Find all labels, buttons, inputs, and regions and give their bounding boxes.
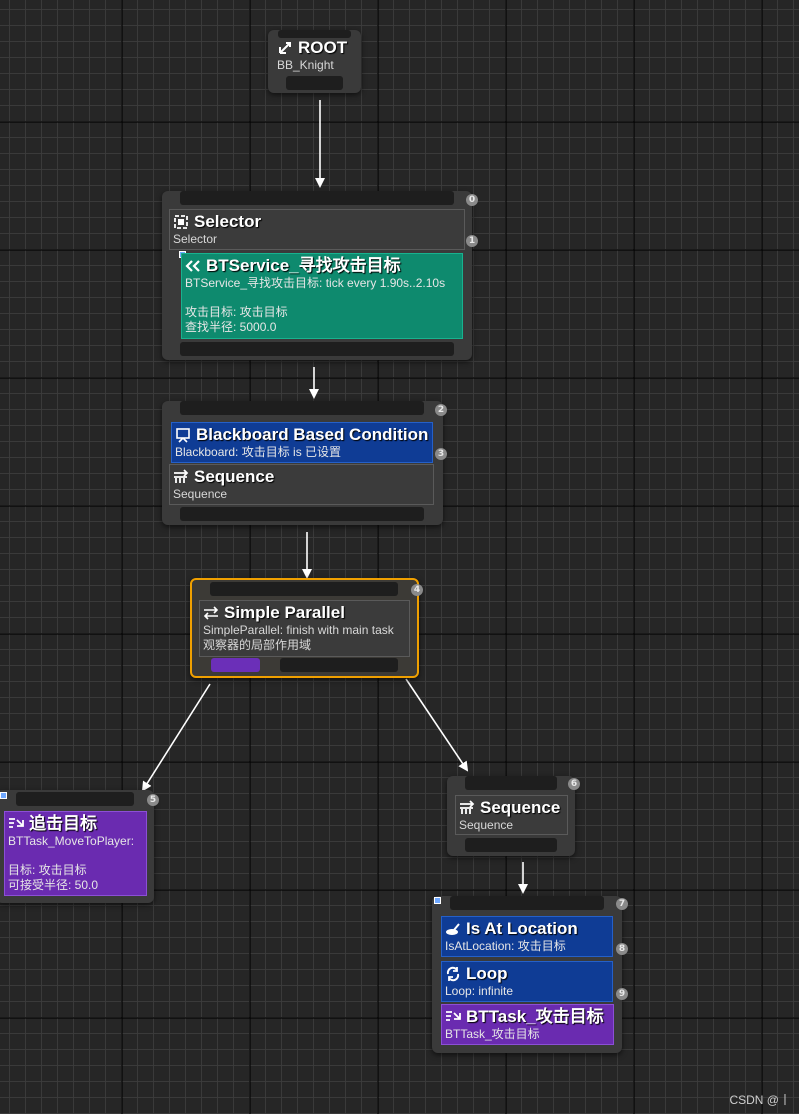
- parallel-header[interactable]: Simple Parallel SimpleParallel: finish w…: [199, 600, 410, 657]
- decorator-title: Blackboard Based Condition: [196, 425, 429, 444]
- at-location-title: Is At Location: [466, 919, 578, 938]
- parallel-icon: [203, 605, 219, 621]
- selector-node[interactable]: 0 Selector Selector 1 BTService_寻找攻击目标 B…: [162, 191, 478, 360]
- sequence-output-pin[interactable]: [180, 507, 424, 521]
- chase-input-pin[interactable]: [16, 792, 134, 806]
- chase-radius-line: 可接受半径: 50.0: [8, 878, 99, 892]
- decorator-index-badge: 2: [435, 404, 447, 416]
- attack-index-badge: 7: [616, 898, 628, 910]
- wire-parallel-chase: [141, 683, 211, 792]
- task-icon: [445, 1009, 461, 1025]
- attack-task-node[interactable]: 7 Is At Location IsAtLocation: 攻击目标 8 Lo…: [432, 896, 628, 1053]
- parallel-index-badge: 4: [411, 584, 423, 596]
- service-tick-line: BTService_寻找攻击目标: tick every 1.90s..2.10…: [185, 276, 446, 290]
- chase-breakpoint-marker: [0, 792, 7, 799]
- root-node[interactable]: ROOT BB_Knight: [268, 30, 361, 93]
- root-subtitle: BB_Knight: [277, 58, 334, 72]
- chase-title: 追击目标: [29, 814, 97, 833]
- loop-title: Loop: [466, 964, 508, 983]
- selector-input-pin[interactable]: [180, 191, 454, 205]
- location-icon: [445, 921, 461, 937]
- sequence2-node[interactable]: 6 Sequence Sequence: [447, 776, 580, 856]
- sequence2-subtitle: Sequence: [459, 818, 514, 832]
- sequence-icon: [173, 469, 189, 485]
- sequence-input-pin[interactable]: [180, 401, 424, 415]
- attack-task-block[interactable]: BTTask_攻击目标 BTTask_攻击目标: [441, 1004, 614, 1045]
- decorator-subtitle: Blackboard: 攻击目标 is 已设置: [175, 445, 342, 459]
- service-title: BTService_寻找攻击目标: [206, 256, 401, 275]
- sequence2-index-badge: 6: [568, 778, 580, 790]
- service-radius-line: 查找半径: 5000.0: [185, 320, 277, 334]
- parallel-scope-line: 观察器的局部作用域: [203, 638, 312, 652]
- sequence-node[interactable]: 2 Blackboard Based Condition Blackboard:…: [162, 401, 447, 525]
- sequence-header[interactable]: Sequence Sequence: [169, 464, 434, 505]
- attack-breakpoint-marker: [434, 897, 441, 904]
- sequence2-input-pin[interactable]: [465, 776, 557, 790]
- sequence-title: Sequence: [194, 467, 275, 486]
- root-output-pin[interactable]: [286, 76, 343, 90]
- loop-decorator[interactable]: Loop Loop: infinite: [441, 961, 613, 1002]
- chase-task-node[interactable]: 5 追击目标 BTTask_MoveToPlayer: 目标: 攻击目标 可接受…: [0, 790, 159, 903]
- parallel-input-pin[interactable]: [210, 582, 398, 596]
- selector-title: Selector: [194, 212, 262, 231]
- connection-wires: [141, 100, 528, 894]
- attack-input-pin[interactable]: [450, 896, 604, 910]
- sequence2-title: Sequence: [480, 798, 561, 817]
- selector-header[interactable]: Selector Selector: [169, 209, 465, 250]
- sequence-icon: [459, 800, 475, 816]
- selector-icon: [173, 214, 189, 230]
- chase-target-line: 目标: 攻击目标: [8, 863, 87, 877]
- parallel-finish-line: SimpleParallel: finish with main task: [203, 623, 394, 637]
- wire-parallel-sequence2: [405, 678, 469, 772]
- attack-task-title: BTTask_攻击目标: [466, 1007, 604, 1026]
- task-icon: [8, 816, 24, 832]
- watermark: CSDN @丨: [729, 1093, 791, 1107]
- service-target-line: 攻击目标: 攻击目标: [185, 305, 288, 319]
- root-title: ROOT: [298, 38, 348, 57]
- service-block[interactable]: BTService_寻找攻击目标 BTService_寻找攻击目标: tick …: [181, 253, 463, 339]
- is-at-location-decorator[interactable]: Is At Location IsAtLocation: 攻击目标: [441, 916, 613, 957]
- parallel-main-task-pin[interactable]: [211, 658, 260, 672]
- behavior-tree-graph[interactable]: ROOT BB_Knight 0 Selector Selector 1 BTS…: [0, 0, 799, 1114]
- sequence-index-badge: 3: [435, 448, 447, 460]
- selector-subtitle: Selector: [173, 232, 218, 246]
- blackboard-condition-decorator[interactable]: Blackboard Based Condition Blackboard: 攻…: [171, 422, 433, 463]
- parallel-background-pin[interactable]: [280, 658, 398, 672]
- loop-subtitle: Loop: infinite: [445, 984, 514, 998]
- parallel-title: Simple Parallel: [224, 603, 345, 622]
- service-index-badge: 1: [466, 235, 478, 247]
- root-header[interactable]: ROOT BB_Knight: [274, 36, 355, 80]
- sequence-subtitle: Sequence: [173, 487, 228, 501]
- attack-task-subtitle: BTTask_攻击目标: [445, 1027, 540, 1041]
- sequence2-output-pin[interactable]: [465, 838, 557, 852]
- selector-output-pin[interactable]: [180, 342, 454, 356]
- chase-class-line: BTTask_MoveToPlayer:: [8, 834, 135, 848]
- at-location-subtitle: IsAtLocation: 攻击目标: [445, 939, 566, 953]
- service-icon: [185, 258, 201, 274]
- at-location-index-badge: 8: [616, 943, 628, 955]
- loop-icon: [445, 966, 461, 982]
- root-icon: [277, 40, 293, 56]
- chase-index-badge: 5: [147, 794, 159, 806]
- sequence2-header[interactable]: Sequence Sequence: [455, 795, 568, 835]
- simple-parallel-node[interactable]: 4 Simple Parallel SimpleParallel: finish…: [190, 578, 423, 678]
- chase-task-block[interactable]: 追击目标 BTTask_MoveToPlayer: 目标: 攻击目标 可接受半径…: [4, 811, 147, 896]
- loop-index-badge: 9: [616, 988, 628, 1000]
- selector-index-badge: 0: [466, 194, 478, 206]
- blackboard-icon: [175, 427, 191, 443]
